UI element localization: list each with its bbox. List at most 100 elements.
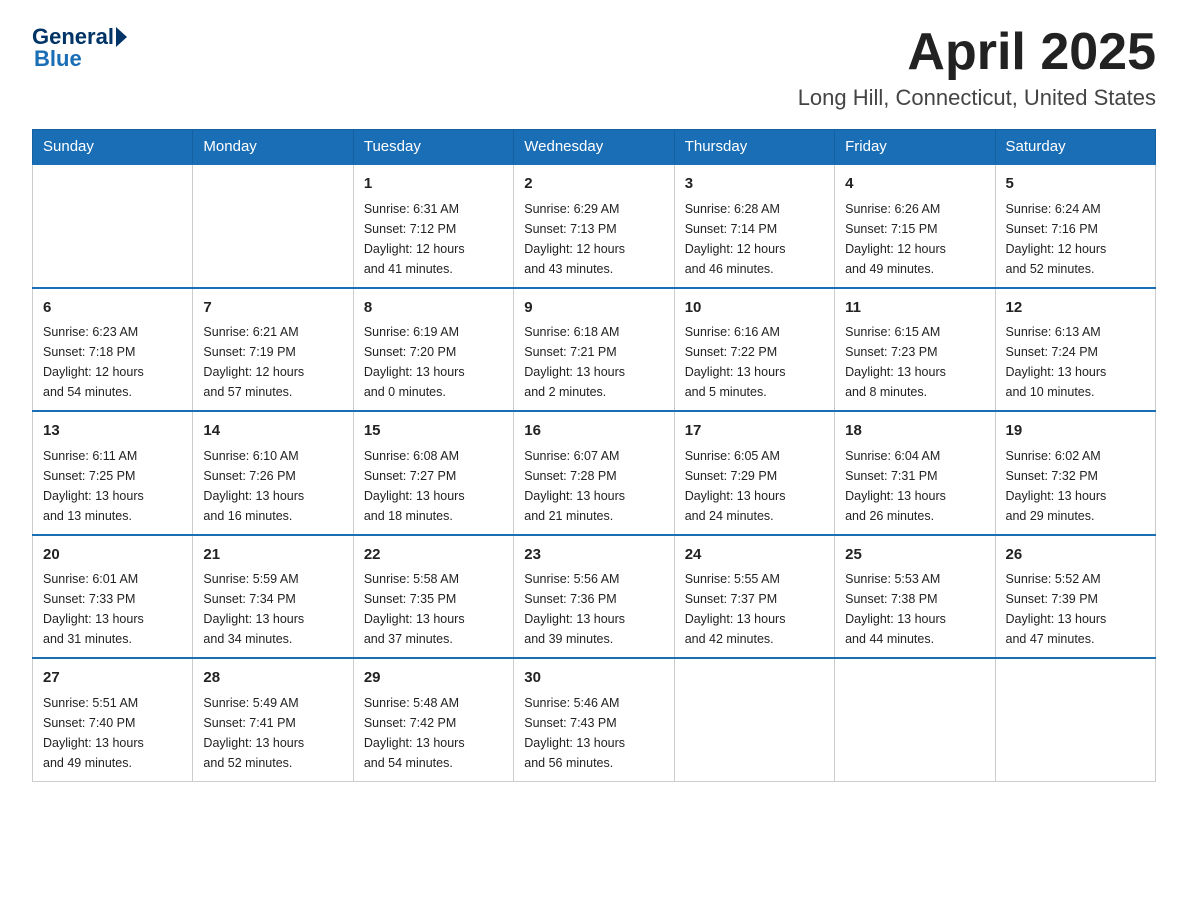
day-number: 13 bbox=[43, 420, 182, 443]
day-info: Sunrise: 6:04 AM Sunset: 7:31 PM Dayligh… bbox=[845, 446, 984, 526]
day-number: 22 bbox=[364, 544, 503, 567]
calendar-cell bbox=[995, 658, 1155, 781]
day-of-week-header-saturday: Saturday bbox=[995, 130, 1155, 165]
page-subtitle: Long Hill, Connecticut, United States bbox=[798, 85, 1156, 111]
calendar-cell: 26Sunrise: 5:52 AM Sunset: 7:39 PM Dayli… bbox=[995, 535, 1155, 659]
day-info: Sunrise: 6:28 AM Sunset: 7:14 PM Dayligh… bbox=[685, 199, 824, 279]
calendar-cell: 6Sunrise: 6:23 AM Sunset: 7:18 PM Daylig… bbox=[33, 288, 193, 412]
calendar-cell: 13 Sunrise: 6:11 AM Sunset: 7:25 PM Dayli… bbox=[33, 411, 193, 535]
title-block: April 2025 Long Hill, Connecticut, Unite… bbox=[798, 24, 1156, 111]
calendar-cell: 19Sunrise: 6:02 AM Sunset: 7:32 PM Dayli… bbox=[995, 411, 1155, 535]
day-info: Sunrise: 5:52 AM Sunset: 7:39 PM Dayligh… bbox=[1006, 569, 1145, 649]
calendar-cell: 4 Sunrise: 6:26 AM Sunset: 7:15 PM Daylig… bbox=[835, 164, 995, 288]
day-of-week-header-wednesday: Wednesday bbox=[514, 130, 674, 165]
calendar-cell: 15Sunrise: 6:08 AM Sunset: 7:27 PM Dayli… bbox=[353, 411, 513, 535]
calendar-cell: 24Sunrise: 5:55 AM Sunset: 7:37 PM Dayli… bbox=[674, 535, 834, 659]
calendar-cell: 1Sunrise: 6:31 AM Sunset: 7:12 PM Daylig… bbox=[353, 164, 513, 288]
logo: General Blue bbox=[32, 24, 127, 72]
calendar-cell: 12Sunrise: 6:13 AM Sunset: 7:24 PM Dayli… bbox=[995, 288, 1155, 412]
page-title: April 2025 bbox=[798, 24, 1156, 81]
day-info: Sunrise: 6:29 AM Sunset: 7:13 PM Dayligh… bbox=[524, 199, 663, 279]
calendar-cell: 9Sunrise: 6:18 AM Sunset: 7:21 PM Daylig… bbox=[514, 288, 674, 412]
day-info: Sunrise: 6:15 AM Sunset: 7:23 PM Dayligh… bbox=[845, 322, 984, 402]
day-number: 7 bbox=[203, 297, 342, 320]
calendar-cell: 22Sunrise: 5:58 AM Sunset: 7:35 PM Dayli… bbox=[353, 535, 513, 659]
calendar-cell: 8Sunrise: 6:19 AM Sunset: 7:20 PM Daylig… bbox=[353, 288, 513, 412]
day-info: Sunrise: 6:13 AM Sunset: 7:24 PM Dayligh… bbox=[1006, 322, 1145, 402]
calendar-cell: 21Sunrise: 5:59 AM Sunset: 7:34 PM Dayli… bbox=[193, 535, 353, 659]
calendar-week-row: 6Sunrise: 6:23 AM Sunset: 7:18 PM Daylig… bbox=[33, 288, 1156, 412]
day-info: Sunrise: 6:08 AM Sunset: 7:27 PM Dayligh… bbox=[364, 446, 503, 526]
day-info: Sunrise: 5:46 AM Sunset: 7:43 PM Dayligh… bbox=[524, 693, 663, 773]
day-info: Sunrise: 5:56 AM Sunset: 7:36 PM Dayligh… bbox=[524, 569, 663, 649]
calendar-cell: 23Sunrise: 5:56 AM Sunset: 7:36 PM Dayli… bbox=[514, 535, 674, 659]
day-info: Sunrise: 6:19 AM Sunset: 7:20 PM Dayligh… bbox=[364, 322, 503, 402]
calendar-cell bbox=[835, 658, 995, 781]
day-of-week-header-tuesday: Tuesday bbox=[353, 130, 513, 165]
day-info: Sunrise: 6:24 AM Sunset: 7:16 PM Dayligh… bbox=[1006, 199, 1145, 279]
day-info: Sunrise: 5:51 AM Sunset: 7:40 PM Dayligh… bbox=[43, 693, 182, 773]
day-info: Sunrise: 6:23 AM Sunset: 7:18 PM Dayligh… bbox=[43, 322, 182, 402]
day-number: 16 bbox=[524, 420, 663, 443]
calendar-table: SundayMondayTuesdayWednesdayThursdayFrid… bbox=[32, 129, 1156, 782]
calendar-cell: 2 Sunrise: 6:29 AM Sunset: 7:13 PM Daylig… bbox=[514, 164, 674, 288]
day-number: 27 bbox=[43, 667, 182, 690]
calendar-cell: 30 Sunrise: 5:46 AM Sunset: 7:43 PM Dayli… bbox=[514, 658, 674, 781]
day-info: Sunrise: 6:01 AM Sunset: 7:33 PM Dayligh… bbox=[43, 569, 182, 649]
calendar-week-row: 13 Sunrise: 6:11 AM Sunset: 7:25 PM Dayli… bbox=[33, 411, 1156, 535]
day-number: 24 bbox=[685, 544, 824, 567]
calendar-week-row: 27 Sunrise: 5:51 AM Sunset: 7:40 PM Dayli… bbox=[33, 658, 1156, 781]
day-info: Sunrise: 6:11 AM Sunset: 7:25 PM Dayligh… bbox=[43, 446, 182, 526]
logo-blue-text: Blue bbox=[34, 46, 82, 72]
day-info: Sunrise: 6:05 AM Sunset: 7:29 PM Dayligh… bbox=[685, 446, 824, 526]
day-info: Sunrise: 5:53 AM Sunset: 7:38 PM Dayligh… bbox=[845, 569, 984, 649]
day-info: Sunrise: 6:10 AM Sunset: 7:26 PM Dayligh… bbox=[203, 446, 342, 526]
calendar-cell: 29Sunrise: 5:48 AM Sunset: 7:42 PM Dayli… bbox=[353, 658, 513, 781]
day-number: 19 bbox=[1006, 420, 1145, 443]
days-of-week-row: SundayMondayTuesdayWednesdayThursdayFrid… bbox=[33, 130, 1156, 165]
day-number: 1 bbox=[364, 173, 503, 196]
day-number: 23 bbox=[524, 544, 663, 567]
calendar-cell: 5 Sunrise: 6:24 AM Sunset: 7:16 PM Daylig… bbox=[995, 164, 1155, 288]
day-info: Sunrise: 6:16 AM Sunset: 7:22 PM Dayligh… bbox=[685, 322, 824, 402]
day-info: Sunrise: 5:55 AM Sunset: 7:37 PM Dayligh… bbox=[685, 569, 824, 649]
calendar-cell: 18 Sunrise: 6:04 AM Sunset: 7:31 PM Dayli… bbox=[835, 411, 995, 535]
page-header: General Blue April 2025 Long Hill, Conne… bbox=[32, 24, 1156, 111]
day-number: 20 bbox=[43, 544, 182, 567]
calendar-cell: 3 Sunrise: 6:28 AM Sunset: 7:14 PM Daylig… bbox=[674, 164, 834, 288]
calendar-cell bbox=[33, 164, 193, 288]
day-number: 17 bbox=[685, 420, 824, 443]
day-info: Sunrise: 6:07 AM Sunset: 7:28 PM Dayligh… bbox=[524, 446, 663, 526]
day-number: 2 bbox=[524, 173, 663, 196]
day-of-week-header-monday: Monday bbox=[193, 130, 353, 165]
day-info: Sunrise: 5:59 AM Sunset: 7:34 PM Dayligh… bbox=[203, 569, 342, 649]
day-number: 8 bbox=[364, 297, 503, 320]
day-number: 30 bbox=[524, 667, 663, 690]
calendar-cell: 25Sunrise: 5:53 AM Sunset: 7:38 PM Dayli… bbox=[835, 535, 995, 659]
calendar-cell: 16 Sunrise: 6:07 AM Sunset: 7:28 PM Dayli… bbox=[514, 411, 674, 535]
day-number: 21 bbox=[203, 544, 342, 567]
day-number: 4 bbox=[845, 173, 984, 196]
calendar-cell: 10Sunrise: 6:16 AM Sunset: 7:22 PM Dayli… bbox=[674, 288, 834, 412]
calendar-cell: 7Sunrise: 6:21 AM Sunset: 7:19 PM Daylig… bbox=[193, 288, 353, 412]
day-number: 18 bbox=[845, 420, 984, 443]
day-of-week-header-thursday: Thursday bbox=[674, 130, 834, 165]
calendar-cell: 11Sunrise: 6:15 AM Sunset: 7:23 PM Dayli… bbox=[835, 288, 995, 412]
day-number: 25 bbox=[845, 544, 984, 567]
day-number: 3 bbox=[685, 173, 824, 196]
day-info: Sunrise: 5:48 AM Sunset: 7:42 PM Dayligh… bbox=[364, 693, 503, 773]
day-number: 5 bbox=[1006, 173, 1145, 196]
day-number: 26 bbox=[1006, 544, 1145, 567]
day-number: 9 bbox=[524, 297, 663, 320]
day-info: Sunrise: 6:26 AM Sunset: 7:15 PM Dayligh… bbox=[845, 199, 984, 279]
calendar-cell: 20Sunrise: 6:01 AM Sunset: 7:33 PM Dayli… bbox=[33, 535, 193, 659]
calendar-cell bbox=[193, 164, 353, 288]
calendar-week-row: 1Sunrise: 6:31 AM Sunset: 7:12 PM Daylig… bbox=[33, 164, 1156, 288]
day-number: 28 bbox=[203, 667, 342, 690]
calendar-cell: 27 Sunrise: 5:51 AM Sunset: 7:40 PM Dayli… bbox=[33, 658, 193, 781]
day-info: Sunrise: 5:49 AM Sunset: 7:41 PM Dayligh… bbox=[203, 693, 342, 773]
calendar-cell: 28 Sunrise: 5:49 AM Sunset: 7:41 PM Dayli… bbox=[193, 658, 353, 781]
day-number: 11 bbox=[845, 297, 984, 320]
day-info: Sunrise: 6:21 AM Sunset: 7:19 PM Dayligh… bbox=[203, 322, 342, 402]
day-number: 6 bbox=[43, 297, 182, 320]
